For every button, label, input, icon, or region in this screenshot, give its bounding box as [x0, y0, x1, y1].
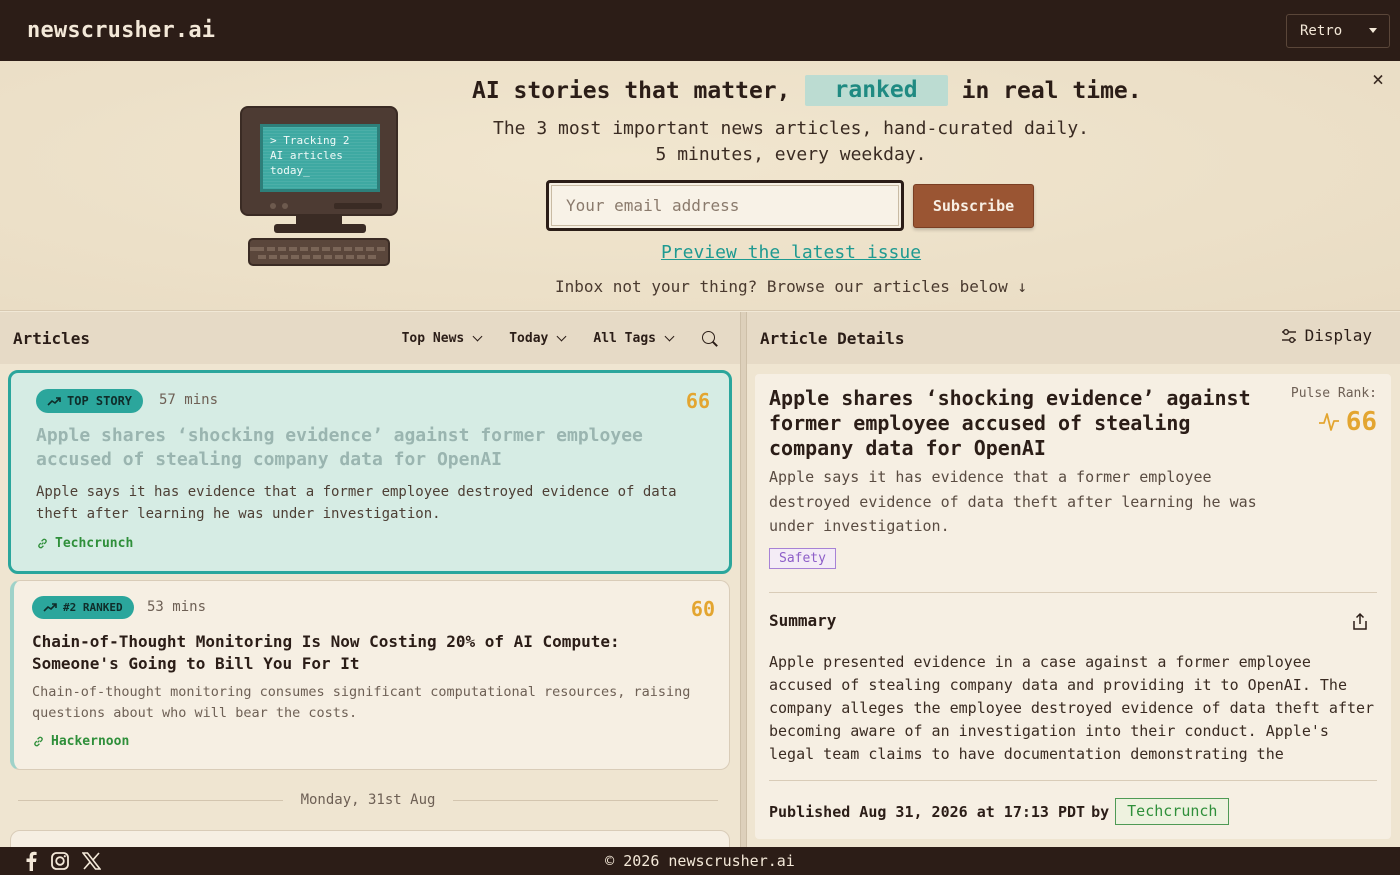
- hero-title-highlight: ranked: [804, 75, 948, 106]
- filter-label: Today: [509, 330, 549, 346]
- article-score: 66: [685, 389, 710, 413]
- article-details-title: Article Details: [760, 328, 905, 348]
- hero-title-before: AI stories that matter,: [472, 77, 791, 104]
- display-button[interactable]: Display: [1281, 326, 1372, 345]
- chevron-down-icon: [556, 331, 567, 341]
- subscribe-button[interactable]: Subscribe: [913, 184, 1034, 228]
- article-card[interactable]: [10, 830, 730, 847]
- article-source: Techcrunch: [55, 536, 134, 551]
- monitor-stand: [274, 224, 366, 233]
- brand-logo[interactable]: newscrusher.ai: [27, 18, 215, 43]
- date-separator: Monday, 31st Aug: [18, 788, 719, 812]
- divider: [453, 799, 719, 801]
- trending-up-icon: [43, 603, 57, 612]
- monitor-button: [282, 203, 288, 209]
- panel-resize-handle[interactable]: [740, 312, 747, 847]
- divider: [18, 799, 283, 801]
- article-description: Apple says it has evidence that a former…: [36, 484, 677, 522]
- article-description: Chain-of-thought monitoring consumes sig…: [32, 684, 691, 721]
- article-card[interactable]: #2 RANKED 53 mins 60 Chain-of-Thought Mo…: [10, 580, 730, 770]
- link-icon: [38, 538, 47, 549]
- pulse-icon: [1318, 413, 1339, 431]
- pulse-score-value: 66: [1345, 407, 1377, 437]
- search-icon[interactable]: [701, 330, 718, 347]
- share-icon[interactable]: [1351, 612, 1369, 632]
- summary-text: Apple presented evidence in a case again…: [769, 653, 1375, 763]
- chevron-down-icon: [472, 331, 483, 341]
- article-source-link[interactable]: Techcrunch: [36, 536, 133, 551]
- hero-banner: × > Tracking 2 AI articles today_ AI sto…: [0, 61, 1400, 311]
- article-source-link[interactable]: Hackernoon: [32, 734, 129, 749]
- monitor-slot: [334, 203, 382, 209]
- published-by: by: [1091, 802, 1110, 821]
- article-card[interactable]: TOP STORY 57 mins 66 Apple shares ‘shock…: [8, 370, 732, 574]
- filter-top-news[interactable]: Top News: [401, 330, 483, 346]
- hero-title-after: in real time.: [961, 77, 1142, 104]
- theme-select[interactable]: Retro: [1286, 13, 1390, 48]
- email-field[interactable]: [551, 185, 899, 226]
- articles-header: Articles Top News Today All Tags: [0, 312, 740, 364]
- x-twitter-icon[interactable]: [82, 852, 101, 870]
- article-title: Apple shares ‘shocking evidence’ against…: [36, 425, 643, 470]
- date-separator-label: Monday, 31st Aug: [300, 792, 436, 808]
- preview-latest-issue-link[interactable]: Preview the latest issue: [0, 242, 1400, 263]
- email-field-wrapper: [546, 180, 904, 231]
- facebook-icon[interactable]: [24, 851, 38, 871]
- detail-article-title: Apple shares ‘shocking evidence’ against…: [769, 386, 1251, 460]
- divider: [769, 592, 1377, 593]
- published-text: Published Aug 31, 2026 at 17:13 PDT: [769, 802, 1086, 821]
- filter-all-tags[interactable]: All Tags: [593, 330, 675, 346]
- instagram-icon[interactable]: [50, 851, 70, 871]
- social-links: [24, 851, 101, 871]
- pulse-rank-label: Pulse Rank:: [1290, 386, 1377, 401]
- tag-badge[interactable]: Safety: [769, 548, 836, 569]
- caret-down-icon: [1369, 28, 1377, 33]
- article-source: Hackernoon: [51, 734, 130, 749]
- divider: [769, 780, 1377, 781]
- top-story-badge: TOP STORY: [36, 389, 144, 413]
- theme-select-label: Retro: [1300, 22, 1343, 39]
- ranked-badge: #2 RANKED: [32, 596, 134, 619]
- hero-subtitle: The 3 most important news articles, hand…: [0, 116, 1400, 168]
- summary-heading: Summary: [769, 611, 837, 630]
- trending-up-icon: [47, 396, 61, 406]
- top-bar: newscrusher.ai Retro: [0, 0, 1400, 61]
- filter-bar: Top News Today All Tags: [402, 312, 718, 364]
- footer: © 2026 newscrusher.ai: [0, 847, 1400, 875]
- filter-label: All Tags: [593, 330, 656, 346]
- chevron-down-icon: [664, 331, 675, 341]
- badge-label: #2 RANKED: [63, 601, 123, 614]
- published-source-badge[interactable]: Techcrunch: [1115, 798, 1230, 825]
- article-title: Chain-of-Thought Monitoring Is Now Costi…: [32, 632, 620, 673]
- detail-article-description: Apple says it has evidence that a former…: [769, 468, 1257, 535]
- article-time: 57 mins: [159, 392, 219, 408]
- sliders-icon: [1281, 328, 1296, 343]
- browse-articles-text: Inbox not your thing? Browse our article…: [554, 277, 1027, 296]
- close-icon[interactable]: ×: [1366, 67, 1390, 91]
- monitor-button: [270, 203, 276, 209]
- badge-label: TOP STORY: [67, 394, 133, 408]
- display-label: Display: [1304, 326, 1372, 345]
- pulse-rank-score: 66: [1318, 407, 1377, 437]
- copyright-text: © 2026 newscrusher.ai: [605, 852, 795, 870]
- hero-subtitle-line2: 5 minutes, every weekday.: [655, 144, 927, 165]
- hero-title: AI stories that matter, ranked in real t…: [472, 75, 1142, 106]
- articles-panel: Articles Top News Today All Tags TOP STO…: [0, 312, 740, 847]
- link-icon: [34, 736, 43, 747]
- article-time: 53 mins: [147, 599, 207, 615]
- filter-label: Top News: [401, 330, 465, 346]
- article-details-header: Article Details Display: [747, 312, 1400, 364]
- article-details-panel: Article Details Display Apple shares ‘sh…: [747, 312, 1400, 847]
- article-score: 60: [690, 597, 715, 621]
- hero-subtitle-line1: The 3 most important news articles, hand…: [492, 118, 1090, 139]
- filter-today[interactable]: Today: [509, 330, 567, 346]
- article-detail-card: Apple shares ‘shocking evidence’ against…: [755, 374, 1391, 839]
- articles-panel-title: Articles: [13, 328, 91, 348]
- published-info: Published Aug 31, 2026 at 17:13 PDT by T…: [769, 798, 1230, 825]
